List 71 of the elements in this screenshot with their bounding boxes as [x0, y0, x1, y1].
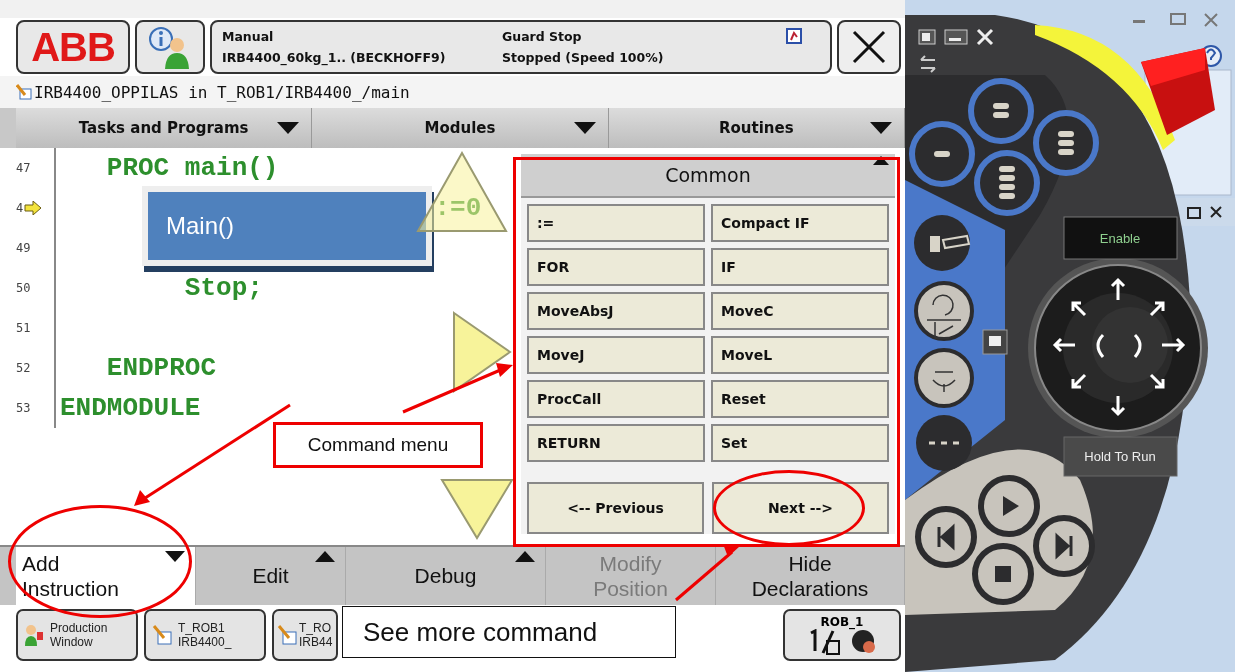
instruction-button[interactable]: Compact IF — [711, 204, 889, 242]
caret-icon — [573, 122, 596, 134]
robot-status-icon — [851, 629, 877, 655]
robot-status-icon — [786, 28, 802, 44]
safety-state-text: Guard Stop — [502, 29, 583, 44]
scroll-up-icon[interactable] — [416, 151, 508, 233]
instruction-button[interactable]: FOR — [527, 248, 705, 286]
instruction-button[interactable]: IF — [711, 248, 889, 286]
menu-button[interactable]: Add Instruction — [16, 547, 196, 605]
instruction-button[interactable]: ProcCall — [527, 380, 705, 418]
playback-keys-drawing[interactable] — [915, 475, 1095, 605]
next-button[interactable]: Next --> — [712, 482, 889, 534]
user-info-button[interactable] — [135, 20, 205, 74]
taskbar-button[interactable]: T_ROB1 IRB4400_ — [144, 609, 266, 661]
code-text: ENDMODULE — [60, 393, 201, 423]
code-text: ENDPROC — [106, 353, 217, 383]
close-button[interactable] — [837, 20, 901, 74]
instruction-button[interactable]: MoveJ — [527, 336, 705, 374]
menu-title: Common — [665, 164, 751, 186]
swap-icon[interactable] — [920, 55, 936, 73]
joystick-drawing[interactable] — [982, 258, 1208, 438]
caret-icon — [277, 122, 300, 134]
instruction-button[interactable]: RETURN — [527, 424, 705, 462]
taskbar-button[interactable]: Production Window — [16, 609, 138, 661]
scroll-right-icon[interactable] — [452, 311, 512, 393]
abb-logo-button[interactable]: ABB — [16, 20, 130, 74]
robot-unit-button[interactable]: ROB_1 — [783, 609, 901, 661]
mode-text: Manual — [222, 29, 275, 44]
instruction-button[interactable]: MoveAbsJ — [527, 292, 705, 330]
caret-up-icon — [515, 551, 535, 562]
program-icon — [152, 624, 172, 646]
window-controls-icon[interactable] — [918, 28, 994, 46]
program-path: IRB4400_OPPILAS in T_ROB1/IRB4400_/main — [34, 82, 410, 102]
run-state-text: Stopped (Speed 100%) — [502, 50, 665, 65]
callout-label: See more command — [342, 606, 676, 658]
instruction-button[interactable]: := — [527, 204, 705, 242]
code-text: Stop; — [184, 273, 263, 303]
line-number: 53 — [16, 401, 31, 415]
controller-text: IRB4400_60kg_1.. (BECKHOFF9) — [222, 50, 447, 65]
code-text: PROC main() — [106, 153, 279, 183]
window-controls-icon[interactable] — [1187, 206, 1222, 219]
code-text: :=0 — [434, 193, 482, 223]
instruction-button[interactable]: MoveC — [711, 292, 889, 330]
instruction-button[interactable]: Set — [711, 424, 889, 462]
callout-label: Command menu — [273, 422, 483, 468]
enable-label: Enable — [1099, 231, 1141, 246]
navigation-dropdown[interactable]: Routines — [608, 108, 905, 148]
caret-down-icon — [165, 551, 185, 562]
program-icon — [277, 624, 297, 646]
instruction-button[interactable]: Reset — [711, 380, 889, 418]
navigation-dropdown[interactable]: Modules — [312, 108, 609, 148]
taskbar-button[interactable]: T_RO IRB44 — [272, 609, 338, 661]
line-number: 50 — [16, 281, 31, 295]
line-number: 49 — [16, 241, 31, 255]
navigation-dropdown[interactable]: Tasks and Programs — [16, 108, 313, 148]
caret-up-icon — [315, 551, 335, 562]
instruction-button[interactable]: MoveL — [711, 336, 889, 374]
line-number: 51 — [16, 321, 31, 335]
annotation-arrow — [675, 544, 740, 602]
scroll-down-icon[interactable] — [440, 478, 514, 540]
line-number: 47 — [16, 161, 31, 175]
mode-keys-drawing[interactable] — [914, 215, 974, 471]
preset-keys-drawing[interactable] — [909, 78, 1099, 216]
emergency-stop-icon[interactable] — [1141, 48, 1215, 135]
previous-button[interactable]: <-- Previous — [527, 482, 704, 534]
operator-icon — [24, 624, 44, 646]
hold-to-run-label: Hold To Run — [1084, 449, 1156, 464]
line-number: 52 — [16, 361, 31, 375]
line-number: 4 — [16, 201, 24, 215]
program-icon — [16, 84, 32, 100]
caret-icon — [870, 122, 892, 134]
